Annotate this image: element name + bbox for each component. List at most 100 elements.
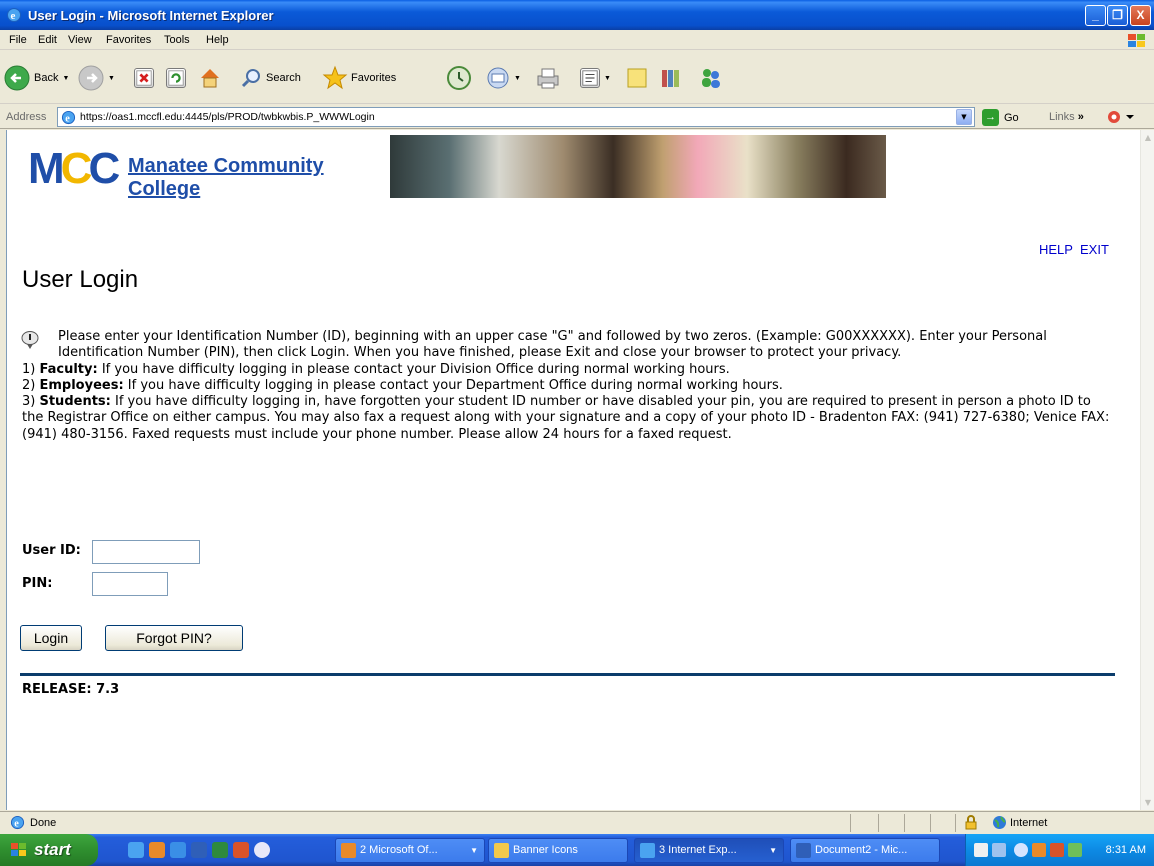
pin-input[interactable] [92, 572, 168, 596]
menu-favorites[interactable]: Favorites [106, 34, 151, 46]
page-status-icon: e [10, 815, 25, 829]
messenger-button[interactable] [698, 64, 724, 92]
minimize-button[interactable]: _ [1085, 5, 1106, 26]
mail-button[interactable]: ▼ [486, 64, 521, 92]
research-books-icon [662, 70, 679, 87]
favorites-button[interactable]: Favorites [322, 64, 396, 92]
divider [20, 673, 1115, 676]
scroll-down-arrow-icon[interactable]: ▼ [1141, 795, 1154, 810]
page-title: User Login [22, 266, 139, 293]
menu-file[interactable]: File [9, 34, 27, 46]
page-icon: e [61, 110, 76, 124]
tray-app-icon[interactable] [1050, 843, 1064, 857]
window-title-bar[interactable]: e User Login - Microsoft Internet Explor… [0, 0, 1154, 30]
tray-outlook-icon[interactable] [1032, 843, 1046, 857]
note-faculty: 1) Faculty: If you have difficulty loggi… [22, 361, 730, 377]
forward-arrow-icon [78, 65, 104, 91]
svg-text:e: e [14, 818, 19, 829]
edit-button[interactable]: ▼ [580, 64, 611, 92]
links-button[interactable]: Links » [1049, 111, 1084, 123]
dropdown-arrow-icon: ▼ [769, 846, 777, 855]
system-tray: 8:31 AM [965, 834, 1154, 866]
quicklaunch-browser-icon[interactable] [170, 842, 186, 858]
menu-help[interactable]: Help [206, 34, 229, 46]
stop-icon [134, 68, 154, 88]
address-input[interactable]: e https://oas1.mccfl.edu:4445/pls/PROD/t… [57, 107, 975, 127]
vertical-scrollbar[interactable]: ▲ ▼ [1140, 130, 1154, 810]
home-icon [201, 69, 219, 88]
taskbar-item-banner-icons[interactable]: Banner Icons [488, 838, 628, 863]
forgot-pin-button[interactable]: Forgot PIN? [105, 625, 243, 651]
taskbar-item-document2[interactable]: Document2 - Mic... [790, 838, 940, 863]
history-icon [447, 66, 471, 90]
dropdown-arrow-icon: ▼ [108, 74, 115, 82]
favorites-label: Favorites [351, 72, 397, 84]
go-label: Go [1004, 111, 1019, 124]
search-icon [241, 69, 260, 88]
menu-view[interactable]: View [68, 34, 92, 46]
go-button[interactable]: → Go [982, 109, 1019, 126]
home-button[interactable] [198, 64, 222, 92]
status-separator [850, 814, 851, 832]
status-separator [955, 814, 956, 832]
start-button[interactable]: start [0, 834, 98, 866]
back-button[interactable]: Back ▼ [4, 64, 69, 92]
address-label: Address [6, 111, 47, 123]
discuss-button[interactable] [626, 64, 648, 92]
toolbar-extension-icon[interactable] [1106, 109, 1136, 125]
help-link[interactable]: HELP [1039, 242, 1073, 257]
tray-monitor-icon[interactable] [1068, 843, 1082, 857]
menu-edit[interactable]: Edit [38, 34, 57, 46]
quicklaunch-excel-icon[interactable] [212, 842, 228, 858]
status-bar: e Done Internet [0, 811, 1154, 833]
taskbar-item-internet-explorer[interactable]: 3 Internet Exp... ▼ [634, 838, 784, 863]
standard-toolbar: Back ▼ ▼ Search Favorites ▼ ▼ [0, 52, 1154, 104]
quicklaunch-ie-icon[interactable] [128, 842, 144, 858]
print-button[interactable] [535, 64, 561, 92]
release-version: RELEASE: 7.3 [22, 682, 120, 697]
go-arrow-icon: → [982, 109, 999, 126]
menu-tools[interactable]: Tools [164, 34, 190, 46]
windows-logo-icon [1128, 34, 1145, 47]
page-viewport [6, 130, 1140, 810]
instructions-lead: Please enter your Identification Number … [58, 329, 1047, 361]
exit-link[interactable]: EXIT [1080, 242, 1109, 257]
status-text: Done [30, 817, 57, 829]
history-button[interactable] [446, 64, 472, 92]
internet-zone-globe-icon [993, 816, 1006, 829]
quicklaunch-word-icon[interactable] [191, 842, 207, 858]
mail-icon [487, 67, 509, 89]
note-employees: 2) Employees: If you have difficulty log… [22, 377, 783, 393]
research-button[interactable] [660, 64, 684, 92]
taskbar-item-office[interactable]: 2 Microsoft Of... ▼ [335, 838, 485, 863]
quicklaunch-outlook-icon[interactable] [149, 842, 165, 858]
search-label: Search [266, 72, 301, 84]
pin-label: PIN: [22, 576, 53, 591]
college-name: Manatee Community College [128, 155, 324, 200]
quicklaunch-media-icon[interactable] [254, 842, 270, 858]
status-separator [930, 814, 931, 832]
forward-button[interactable]: ▼ [78, 64, 115, 92]
links-label: Links [1049, 111, 1075, 123]
word-document-icon [796, 843, 811, 858]
user-id-input[interactable] [92, 540, 200, 564]
tray-network-icon[interactable] [992, 843, 1006, 857]
college-logo[interactable]: MCC Manatee Community College [28, 145, 380, 201]
address-dropdown-button[interactable]: ▼ [956, 109, 972, 125]
stop-button[interactable] [134, 64, 154, 92]
quicklaunch-powerpoint-icon[interactable] [233, 842, 249, 858]
tray-pen-icon[interactable] [974, 843, 988, 857]
maximize-button[interactable]: ❐ [1107, 5, 1128, 26]
user-id-label: User ID: [22, 543, 81, 558]
dropdown-arrow-icon: ▼ [62, 74, 70, 82]
start-label: start [34, 840, 71, 859]
close-button[interactable]: X [1130, 5, 1151, 26]
lock-icon [965, 815, 977, 830]
tray-expand-icon[interactable] [1014, 843, 1028, 857]
login-button[interactable]: Login [20, 625, 82, 651]
scroll-up-arrow-icon[interactable]: ▲ [1141, 130, 1154, 145]
refresh-button[interactable] [166, 64, 186, 92]
search-button[interactable]: Search [240, 64, 301, 92]
print-icon [537, 68, 559, 89]
clock[interactable]: 8:31 AM [1106, 844, 1146, 856]
